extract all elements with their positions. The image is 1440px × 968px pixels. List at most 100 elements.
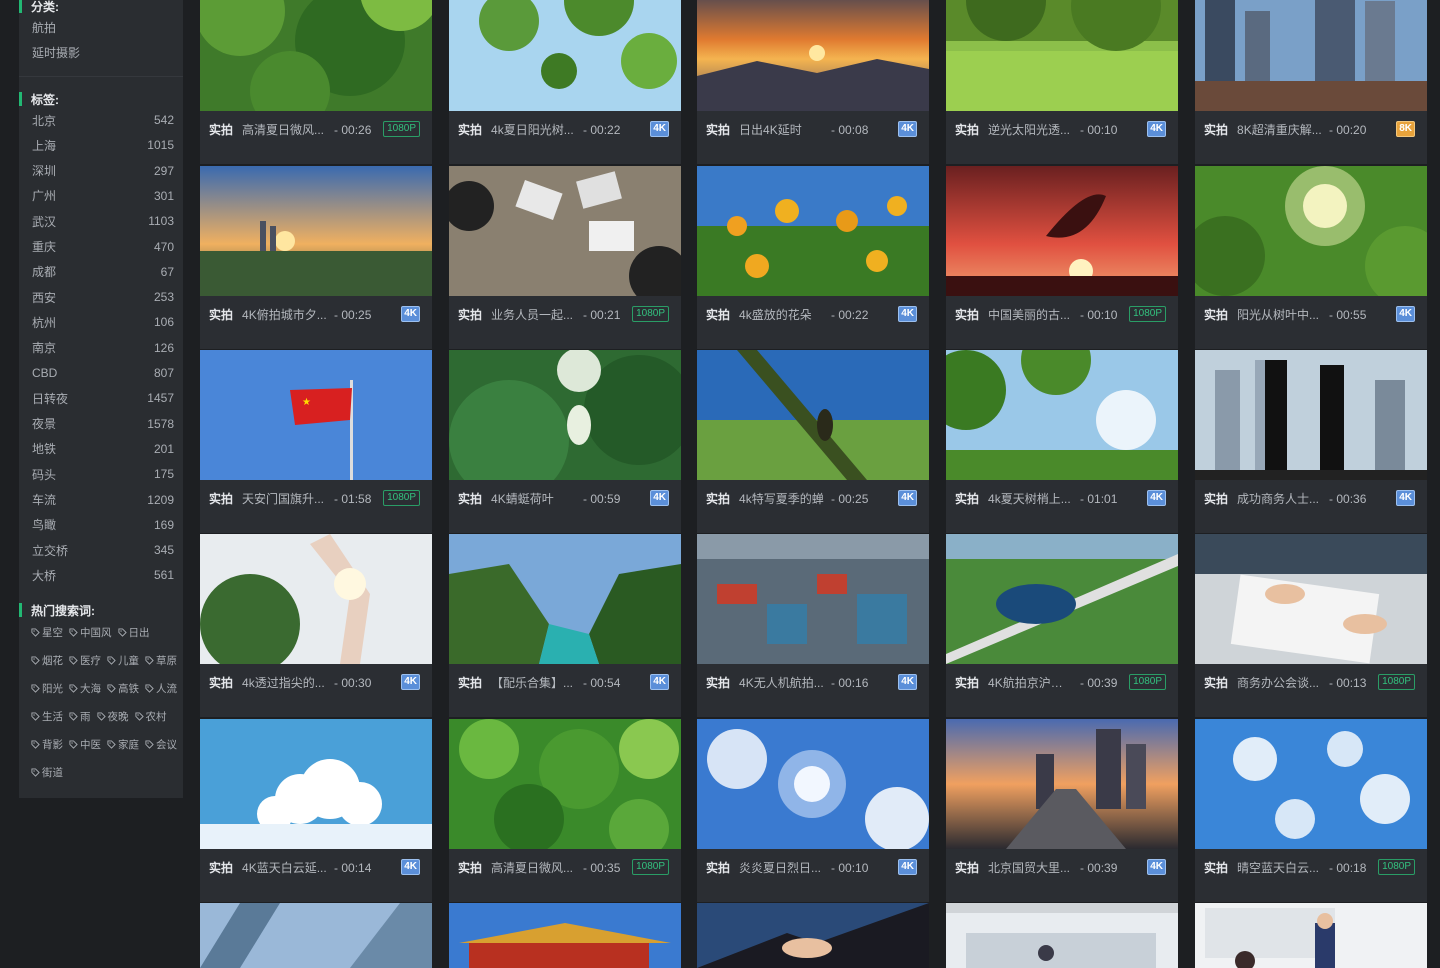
tag-item[interactable]: 武汉 1103 [32, 212, 174, 230]
tag-item[interactable]: 西安 253 [32, 288, 174, 306]
video-card[interactable] [1195, 903, 1427, 968]
hot-keyword[interactable]: 日出 [117, 625, 150, 640]
video-card[interactable]: 实拍 4K俯拍城市夕... - 00:25 4K [200, 166, 432, 349]
video-card[interactable]: 实拍 8K超清重庆解... - 00:20 8K [1195, 0, 1427, 164]
video-thumbnail[interactable] [697, 166, 929, 296]
tag-item[interactable]: 车流 1209 [32, 491, 174, 509]
video-thumbnail[interactable]: ★ [200, 350, 432, 480]
video-card[interactable]: 实拍 4k特写夏季的蝉 - 00:25 4K [697, 350, 929, 533]
video-card[interactable]: 实拍 晴空蓝天白云... - 00:18 1080P [1195, 719, 1427, 902]
video-thumbnail[interactable] [946, 534, 1178, 664]
video-thumbnail[interactable] [449, 534, 681, 664]
video-card[interactable]: 实拍 逆光太阳光透... - 00:10 4K [946, 0, 1178, 164]
video-thumbnail[interactable] [200, 0, 432, 111]
hot-keyword[interactable]: 人流 [145, 681, 177, 696]
category-item-aerial[interactable]: 航拍 [32, 19, 56, 36]
video-thumbnail[interactable] [946, 166, 1178, 296]
video-title[interactable]: 4k夏日阳光树... [491, 121, 577, 138]
video-title[interactable]: 4k盛放的花朵 [739, 306, 825, 323]
video-title[interactable]: 晴空蓝天白云... [1237, 859, 1323, 876]
video-title[interactable]: 中国美丽的古... [988, 306, 1074, 323]
video-card[interactable]: 实拍 4K蓝天白云延... - 00:14 4K [200, 719, 432, 902]
video-card[interactable] [946, 903, 1178, 968]
tag-item[interactable]: 北京 542 [32, 111, 174, 129]
tag-item[interactable]: 夜景 1578 [32, 415, 174, 433]
video-title[interactable]: 4K蜻蜓荷叶 [491, 490, 577, 507]
hot-keyword[interactable]: 中医 [69, 737, 101, 752]
video-thumbnail[interactable] [1195, 166, 1427, 296]
video-card[interactable]: 实拍 4k夏天树梢上... - 01:01 4K [946, 350, 1178, 533]
tag-item[interactable]: 大桥 561 [32, 566, 174, 584]
video-title[interactable]: 4k透过指尖的... [242, 674, 328, 691]
video-card[interactable] [449, 903, 681, 968]
video-card[interactable]: 实拍 高清夏日微风... - 00:26 1080P [200, 0, 432, 164]
video-title[interactable]: 逆光太阳光透... [988, 121, 1074, 138]
video-thumbnail[interactable] [449, 903, 681, 968]
video-thumbnail[interactable] [697, 903, 929, 968]
hot-keyword[interactable]: 会议 [145, 737, 177, 752]
video-card[interactable]: ★ 实拍 天安门国旗升... - 01:58 1080P [200, 350, 432, 533]
video-thumbnail[interactable] [697, 0, 929, 111]
video-title[interactable]: 日出4K延时 [739, 121, 825, 138]
video-card[interactable]: 实拍 4k透过指尖的... - 00:30 4K [200, 534, 432, 717]
video-card[interactable]: 实拍 4K无人机航拍... - 00:16 4K [697, 534, 929, 717]
video-title[interactable]: 4k夏天树梢上... [988, 490, 1074, 507]
video-thumbnail[interactable] [697, 350, 929, 480]
video-card[interactable]: 实拍 成功商务人士... - 00:36 4K [1195, 350, 1427, 533]
hot-keyword[interactable]: 背影 [31, 737, 63, 752]
tag-item[interactable]: 深圳 297 [32, 162, 174, 180]
video-title[interactable]: 【配乐合集】... [491, 674, 577, 691]
video-title[interactable]: 商务办公会谈... [1237, 674, 1323, 691]
video-thumbnail[interactable] [1195, 0, 1427, 111]
video-thumbnail[interactable] [946, 903, 1178, 968]
video-card[interactable]: 实拍 4K航拍京沪高铁 - 00:39 1080P [946, 534, 1178, 717]
tag-item[interactable]: 码头 175 [32, 465, 174, 483]
video-thumbnail[interactable] [200, 166, 432, 296]
video-card[interactable]: 实拍 阳光从树叶中... - 00:55 4K [1195, 166, 1427, 349]
category-item-timelapse[interactable]: 延时摄影 [32, 44, 80, 61]
video-thumbnail[interactable] [697, 534, 929, 664]
tag-item[interactable]: 日转夜 1457 [32, 389, 174, 407]
video-thumbnail[interactable] [946, 350, 1178, 480]
video-thumbnail[interactable] [200, 719, 432, 849]
video-thumbnail[interactable] [449, 166, 681, 296]
hot-keyword[interactable]: 农村 [134, 709, 167, 724]
tag-item[interactable]: 鸟瞰 169 [32, 516, 174, 534]
video-thumbnail[interactable] [946, 0, 1178, 111]
video-card[interactable]: 实拍 商务办公会谈... - 00:13 1080P [1195, 534, 1427, 717]
video-card[interactable]: 实拍 高清夏日微风... - 00:35 1080P [449, 719, 681, 902]
hot-keyword[interactable]: 雨 [69, 709, 91, 724]
tag-item[interactable]: 南京 126 [32, 339, 174, 357]
video-card[interactable] [697, 903, 929, 968]
hot-keyword[interactable]: 草原 [145, 653, 177, 668]
tag-item[interactable]: 立交桥 345 [32, 541, 174, 559]
video-title[interactable]: 高清夏日微风... [491, 859, 577, 876]
video-title[interactable]: 4K蓝天白云延... [242, 859, 328, 876]
tag-item[interactable]: 杭州 106 [32, 313, 174, 331]
hot-keyword[interactable]: 家庭 [107, 737, 139, 752]
hot-keyword[interactable]: 大海 [69, 681, 101, 696]
hot-keyword[interactable]: 夜晚 [96, 709, 129, 724]
video-thumbnail[interactable] [1195, 350, 1427, 480]
hot-keyword[interactable]: 中国风 [69, 625, 112, 640]
tag-item[interactable]: 上海 1015 [32, 136, 174, 154]
video-title[interactable]: 天安门国旗升... [242, 490, 328, 507]
hot-keyword[interactable]: 医疗 [69, 653, 101, 668]
video-thumbnail[interactable] [449, 350, 681, 480]
video-title[interactable]: 北京国贸大里... [988, 859, 1074, 876]
video-title[interactable]: 8K超清重庆解... [1237, 121, 1323, 138]
video-card[interactable] [200, 903, 432, 968]
video-thumbnail[interactable] [200, 534, 432, 664]
video-thumbnail[interactable] [449, 719, 681, 849]
video-card[interactable]: 实拍 中国美丽的古... - 00:10 1080P [946, 166, 1178, 349]
hot-keyword[interactable]: 星空 [31, 625, 63, 640]
hot-keyword[interactable]: 街道 [31, 765, 63, 780]
video-title[interactable]: 炎炎夏日烈日... [739, 859, 825, 876]
hot-keyword[interactable]: 高铁 [107, 681, 139, 696]
video-thumbnail[interactable] [1195, 903, 1427, 968]
video-title[interactable]: 高清夏日微风... [242, 121, 328, 138]
video-card[interactable]: 实拍 日出4K延时 - 00:08 4K [697, 0, 929, 164]
tag-item[interactable]: 重庆 470 [32, 238, 174, 256]
hot-keyword[interactable]: 生活 [31, 709, 63, 724]
video-card[interactable]: 实拍 4k夏日阳光树... - 00:22 4K [449, 0, 681, 164]
